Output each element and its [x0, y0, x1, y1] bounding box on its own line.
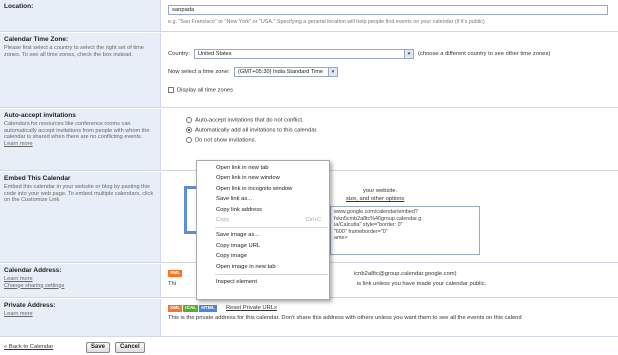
menu-separator [215, 273, 328, 275]
reset-private-urls-link[interactable]: Reset Private URLs [226, 305, 277, 311]
address-line-prefix: Thi [168, 281, 177, 287]
cancel-button[interactable]: Cancel [115, 342, 145, 353]
country-note: (choose a different country to see other… [418, 51, 551, 57]
timezone-label: Calendar Time Zone: [4, 36, 69, 43]
embed-code-textarea[interactable]: www.google.com/calendar/embed? fxkn5cmb2… [330, 206, 480, 255]
embed-options-link[interactable]: size, and other options [346, 196, 404, 202]
embed-desc: Embed this calendar in your website or b… [4, 184, 154, 204]
timezone-select[interactable]: (GMT+05:30) India Standard Time ▾ [234, 67, 338, 77]
address-badges: XML [168, 270, 183, 277]
private-label: Private Address: [4, 302, 56, 309]
context-menu: Open link in new tab Open link in new wi… [196, 160, 330, 300]
auto-accept-option-label: Auto-accept invitations that do not conf… [195, 117, 304, 124]
radio-button[interactable] [186, 117, 192, 123]
auto-accept-label: Auto-accept invitations [4, 112, 76, 119]
radio-button[interactable] [186, 137, 192, 143]
private-value-cell: XML ICAL HTML Reset Private URLs This is t… [168, 299, 618, 336]
address-learn-more-link[interactable]: Learn more [4, 276, 156, 283]
menu-separator [215, 227, 328, 229]
private-row: Private Address: Learn more XML ICAL HTML … [0, 299, 618, 337]
private-learn-more-link[interactable]: Learn more [4, 311, 156, 318]
embed-code-line: fxkn5cmb2a8tc%40group.calendar.g [334, 215, 422, 222]
location-hint: e.g. "San Francisco" or "New York" or "U… [168, 19, 485, 25]
html-badge[interactable]: HTML [199, 305, 217, 312]
address-label-cell: Calendar Address: Learn more Change shar… [0, 264, 161, 297]
menu-item-save-link-as[interactable]: Save link as... [197, 194, 329, 204]
display-all-checkbox[interactable] [168, 87, 174, 93]
embed-right-text: your website. [363, 188, 398, 194]
chevron-down-icon: ▾ [404, 50, 413, 58]
address-id: icnb2a8tc@group.calendar.google.com) [354, 271, 457, 277]
chevron-down-icon: ▾ [328, 68, 337, 76]
private-address-text: This is the private address for this cal… [168, 315, 522, 321]
embed-label-cell: Embed This Calendar Embed this calendar … [0, 172, 161, 262]
timezone-label-cell: Calendar Time Zone: Please first select … [0, 33, 161, 107]
ical-badge[interactable]: ICAL [183, 305, 199, 312]
location-label-cell: Location: [0, 0, 161, 31]
embed-code-line: ame> [334, 235, 348, 242]
country-select[interactable]: United States ▾ [194, 49, 414, 59]
auto-accept-option[interactable]: Do not show invitations. [186, 137, 256, 144]
embed-label: Embed This Calendar [4, 175, 71, 182]
address-line-text: is link unless you have made your calend… [357, 281, 487, 287]
radio-button-selected[interactable] [186, 127, 192, 133]
timezone-desc: Please first select a country to select … [4, 45, 144, 58]
xml-badge[interactable]: XML [168, 305, 183, 312]
change-sharing-link[interactable]: Change sharing settings [4, 283, 156, 290]
display-all-timezones[interactable]: Display all time zones [168, 87, 233, 94]
back-to-calendar-link[interactable]: « Back to Calendar [4, 344, 53, 350]
private-badges: XML ICAL HTML [168, 305, 218, 312]
menu-item-copy-shortcut: Ctrl+C [305, 216, 321, 223]
private-label-cell: Private Address: Learn more [0, 299, 161, 336]
menu-item-open-link-incognito[interactable]: Open link in incognito window [197, 184, 329, 194]
location-row: Location: sanpada e.g. "San Francisco" o… [0, 0, 618, 32]
auto-accept-option-label: Automatically add all invitations to thi… [195, 127, 318, 134]
auto-accept-label-cell: Auto-accept invitations Calendars for re… [0, 109, 161, 170]
save-button[interactable]: Save [86, 342, 111, 353]
auto-accept-option[interactable]: Auto-accept invitations that do not conf… [186, 117, 304, 124]
display-all-label: Display all time zones [177, 87, 234, 94]
address-label: Calendar Address: [4, 267, 62, 274]
menu-item-open-link-new-tab[interactable]: Open link in new tab [197, 163, 329, 173]
location-label: Location: [4, 3, 34, 10]
auto-accept-learn-more-link[interactable]: Learn more [4, 141, 156, 148]
auto-accept-option[interactable]: Automatically add all invitations to thi… [186, 127, 318, 134]
country-select-value: United States [198, 51, 232, 57]
country-label: Country: [168, 51, 190, 57]
menu-item-open-link-new-window[interactable]: Open link in new window [197, 173, 329, 183]
timezone-row: Calendar Time Zone: Please first select … [0, 33, 618, 108]
auto-accept-option-label: Do not show invitations. [195, 137, 257, 144]
timezone-value-cell: Country: United States ▾ (choose a diffe… [168, 33, 618, 107]
timezone-select-value: (GMT+05:30) India Standard Time [238, 69, 324, 75]
menu-item-copy: Copy Ctrl+C [197, 215, 329, 225]
menu-item-save-image-as[interactable]: Save image as... [197, 230, 329, 240]
menu-item-open-image-new-tab[interactable]: Open image in new tab [197, 262, 329, 272]
menu-item-copy-image[interactable]: Copy image [197, 251, 329, 261]
embed-code-line: ia/Calcutta" style="border: 0" [334, 222, 403, 229]
location-value-cell: sanpada e.g. "San Francisco" or "New Yor… [168, 0, 618, 31]
menu-item-copy-link-address[interactable]: Copy link address [197, 205, 329, 215]
auto-accept-desc: Calendars for resources like conference … [4, 121, 150, 141]
timezone-select-label: Now select a time zone: [168, 69, 230, 75]
location-input[interactable]: sanpada [168, 5, 608, 15]
menu-item-copy-label: Copy [216, 216, 230, 223]
xml-badge[interactable]: XML [168, 270, 183, 277]
menu-item-inspect-element[interactable]: Inspect element [197, 277, 329, 287]
embed-code-line: "600" frameborder="0" [334, 228, 388, 235]
embed-code-line: www.google.com/calendar/embed? [334, 209, 418, 215]
menu-item-copy-image-url[interactable]: Copy image URL [197, 241, 329, 251]
